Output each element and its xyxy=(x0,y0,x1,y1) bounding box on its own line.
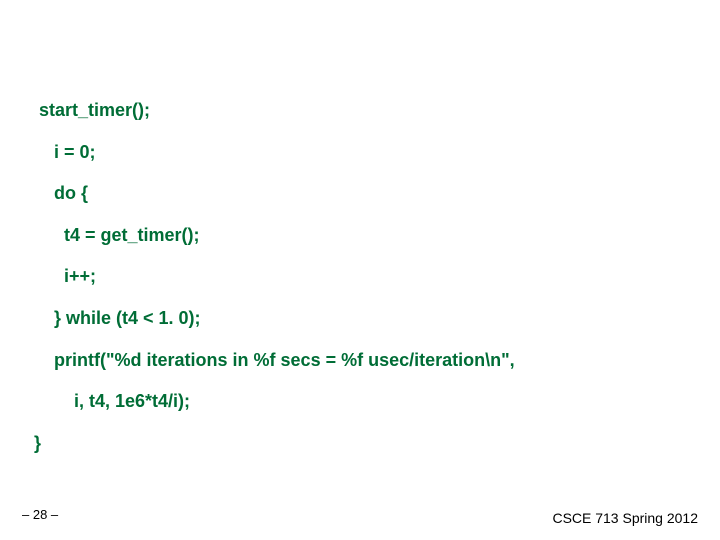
code-line-8: i, t4, 1e6*t4/i); xyxy=(34,391,686,413)
code-line-3: do { xyxy=(34,183,686,205)
course-label: CSCE 713 Spring 2012 xyxy=(552,510,698,526)
code-line-5: i++; xyxy=(34,266,686,288)
code-line-1: start_timer(); xyxy=(34,100,686,122)
code-line-9: } xyxy=(34,433,686,455)
code-line-2: i = 0; xyxy=(34,142,686,164)
code-line-7: printf("%d iterations in %f secs = %f us… xyxy=(34,350,686,372)
slide-number: – 28 – xyxy=(22,507,58,522)
code-line-4: t4 = get_timer(); xyxy=(34,225,686,247)
code-block: start_timer(); i = 0; do { t4 = get_time… xyxy=(34,100,686,474)
code-line-6: } while (t4 < 1. 0); xyxy=(34,308,686,330)
